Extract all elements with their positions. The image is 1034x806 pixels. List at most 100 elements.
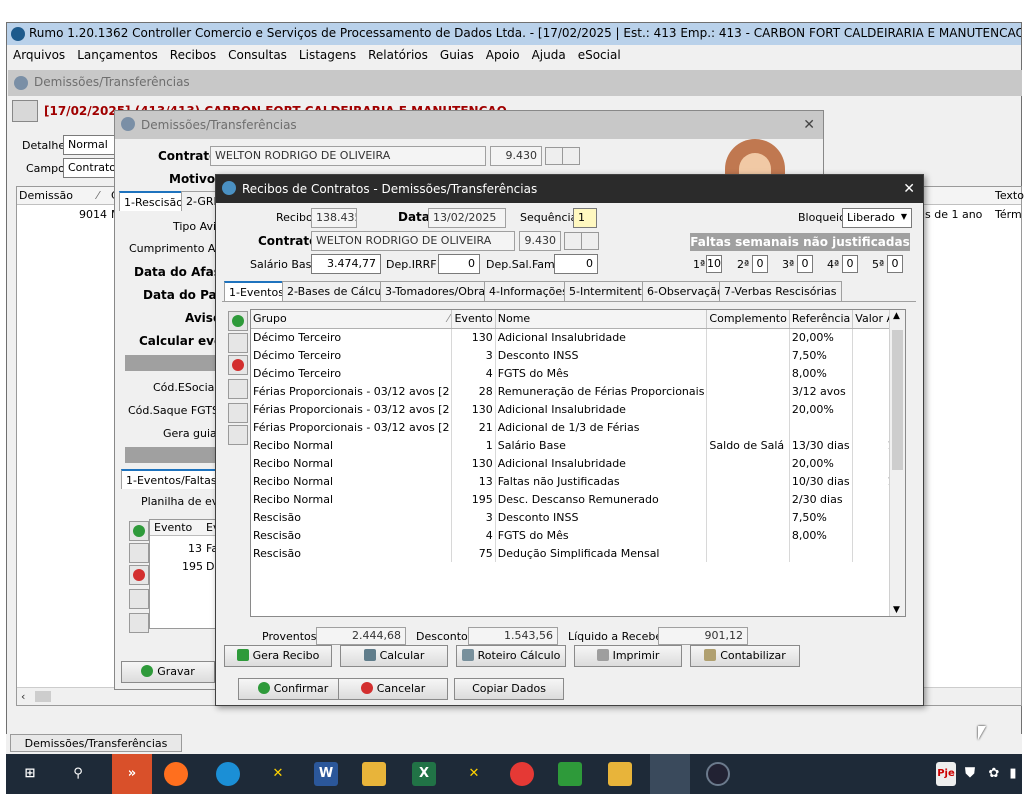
menu-relatorios[interactable]: Relatórios <box>362 45 434 67</box>
edit-button[interactable] <box>129 543 149 563</box>
falta-week-2[interactable]: 0 <box>752 255 768 273</box>
delete-button[interactable] <box>129 565 149 585</box>
vertical-scrollbar[interactable]: ▲ ▼ <box>889 310 905 616</box>
gravar-button[interactable]: Gravar <box>121 661 215 683</box>
menu-listagens[interactable]: Listagens <box>293 45 362 67</box>
menu-arquivos[interactable]: Arquivos <box>7 45 71 67</box>
green-app-icon[interactable] <box>558 762 582 786</box>
contabilizar-button[interactable]: Contabilizar <box>690 645 800 667</box>
scroll-thumb[interactable] <box>35 691 51 702</box>
settings-tray-icon[interactable]: ✿ <box>986 762 1002 786</box>
copiar-dados-button[interactable]: Copiar Dados <box>454 678 564 700</box>
detalhe-field[interactable]: Normal <box>63 135 117 155</box>
table-row[interactable]: Rescisão3Desconto INSS7,50%9,44- <box>251 508 905 526</box>
outlook-app-icon[interactable] <box>608 762 632 786</box>
add-button[interactable] <box>228 311 248 331</box>
add-button[interactable] <box>129 521 149 541</box>
window-tab-demissoes[interactable]: Demissões/Transferências <box>10 734 182 752</box>
tab-informacoes[interactable]: 4-Informações <box>484 281 573 301</box>
col-referencia[interactable]: Referência <box>789 310 854 329</box>
obs-icon[interactable] <box>706 762 730 786</box>
falta-week-5[interactable]: 0 <box>887 255 903 273</box>
table-row[interactable]: Décimo Terceiro 130 Adicional Insalubridad… <box>251 328 905 346</box>
windows-start-icon[interactable]: ⊞ <box>18 762 42 786</box>
list-icon[interactable] <box>581 232 599 250</box>
word-icon[interactable]: W <box>314 762 338 786</box>
delete-button[interactable] <box>228 355 248 375</box>
recibo-field[interactable]: 138.435 <box>311 208 357 228</box>
network-icon[interactable]: ▮ <box>1006 762 1020 786</box>
menu-guias[interactable]: Guias <box>434 45 480 67</box>
scroll-down-icon[interactable]: ▼ <box>893 605 900 615</box>
table-row[interactable]: Décimo Terceiro4FGTS do Mês8,00%24,28= <box>251 364 905 382</box>
edit-button[interactable] <box>228 333 248 353</box>
table-row[interactable]: Recibo Normal 13 Faltas não Justificadas 10… <box>251 472 905 490</box>
campo-field[interactable]: Contrato.N <box>63 158 117 178</box>
col-evento[interactable]: Evento <box>451 310 496 329</box>
search-icon[interactable] <box>545 147 563 165</box>
form-button[interactable] <box>228 403 248 423</box>
chrome-icon[interactable] <box>510 762 534 786</box>
edit-form-button[interactable] <box>228 425 248 445</box>
table-row[interactable]: Décimo Terceiro3Desconto INSS7,50%22,77- <box>251 346 905 364</box>
menu-ajuda[interactable]: Ajuda <box>526 45 572 67</box>
roteiro-calculo-button[interactable]: Roteiro Cálculo <box>456 645 566 667</box>
col-evento[interactable]: Evento <box>154 521 192 534</box>
close-icon[interactable]: ✕ <box>803 117 815 133</box>
table-row[interactable]: Férias Proporcionais - 03/12 avos [2 28 Re… <box>251 382 905 400</box>
contrato-name-field[interactable]: WELTON RODRIGO DE OLIVEIRA <box>311 231 515 251</box>
confirmar-button[interactable]: Confirmar <box>238 678 348 700</box>
tab-observacao[interactable]: 6-Observação <box>642 281 729 301</box>
table-row[interactable]: Férias Proporcionais - 03/12 avos [2 21 Ad… <box>251 418 905 436</box>
shield-icon[interactable]: ⛊ <box>962 762 978 786</box>
scroll-left-icon[interactable]: ‹ <box>21 690 25 703</box>
tab-rescisao[interactable]: 1-Rescisão <box>119 191 188 211</box>
contrato-number-field[interactable]: 9.430 <box>519 231 561 251</box>
dep-irrf-field[interactable]: 0 <box>438 254 480 274</box>
scroll-thumb[interactable] <box>892 330 903 470</box>
table-row[interactable]: Recibo Normal 195 Desc. Descanso Remunerad… <box>251 490 905 508</box>
blank-button[interactable] <box>228 379 248 399</box>
col-complemento[interactable]: Complemento <box>706 310 790 329</box>
rumo-app-icon[interactable] <box>650 754 690 794</box>
cancelar-button[interactable]: Cancelar <box>338 678 448 700</box>
blank-button[interactable] <box>129 589 149 609</box>
table-row[interactable]: Férias Proporcionais - 03/12 avos [2 130 A… <box>251 400 905 418</box>
gera-recibo-button[interactable]: Gera Recibo <box>224 645 332 667</box>
tab-tomadores-obras[interactable]: 3-Tomadores/Obras <box>380 281 496 301</box>
file-explorer-icon[interactable] <box>362 762 386 786</box>
edge-icon[interactable] <box>216 762 240 786</box>
firefox-icon[interactable] <box>164 762 188 786</box>
table-row[interactable]: Rescisão75Dedução Simplificada Mensal564… <box>251 544 905 562</box>
menu-esocial[interactable]: eSocial <box>572 45 627 67</box>
search-icon[interactable]: ⚲ <box>66 762 90 786</box>
tab-bases-calculo[interactable]: 2-Bases de Cálculo <box>282 281 397 301</box>
contrato-name-field[interactable]: WELTON RODRIGO DE OLIVEIRA <box>210 146 486 166</box>
table-row[interactable]: Recibo Normal 130 Adicional Insalubridade 2… <box>251 454 905 472</box>
menu-recibos[interactable]: Recibos <box>164 45 222 67</box>
table-row[interactable]: Recibo Normal 1 Salário Base Saldo de Salá 1… <box>251 436 905 454</box>
form-button[interactable] <box>129 613 149 633</box>
search-icon[interactable] <box>564 232 582 250</box>
tab-eventos-faltas[interactable]: 1-Eventos/Faltas <box>121 469 222 489</box>
tab-eventos[interactable]: 1-Eventos <box>224 281 289 301</box>
caixa-icon-2[interactable]: ✕ <box>462 762 486 786</box>
menu-apoio[interactable]: Apoio <box>480 45 526 67</box>
falta-week-1[interactable]: 10 <box>706 255 722 273</box>
caixa-icon[interactable]: ✕ <box>266 762 290 786</box>
imprimir-button[interactable]: Imprimir <box>574 645 682 667</box>
falta-week-3[interactable]: 0 <box>797 255 813 273</box>
col-grupo[interactable]: Grupo ⁄ <box>251 310 453 329</box>
salario-base-field[interactable]: 3.474,77 <box>311 254 381 274</box>
pje-icon[interactable]: Pje <box>936 762 956 786</box>
col-nome[interactable]: Nome <box>495 310 708 329</box>
tab-intermitente[interactable]: 5-Intermitente <box>564 281 654 301</box>
table-row[interactable]: Rescisão4FGTS do Mês8,00%10,08= <box>251 526 905 544</box>
anydesk-icon[interactable]: » <box>112 754 152 794</box>
falta-week-4[interactable]: 0 <box>842 255 858 273</box>
contrato-number-field[interactable]: 9.430 <box>490 146 542 166</box>
menu-consultas[interactable]: Consultas <box>222 45 293 67</box>
list-icon[interactable] <box>562 147 580 165</box>
col-demissao[interactable]: Demissão <box>19 189 73 202</box>
col-texto[interactable]: Texto <box>995 189 1024 202</box>
